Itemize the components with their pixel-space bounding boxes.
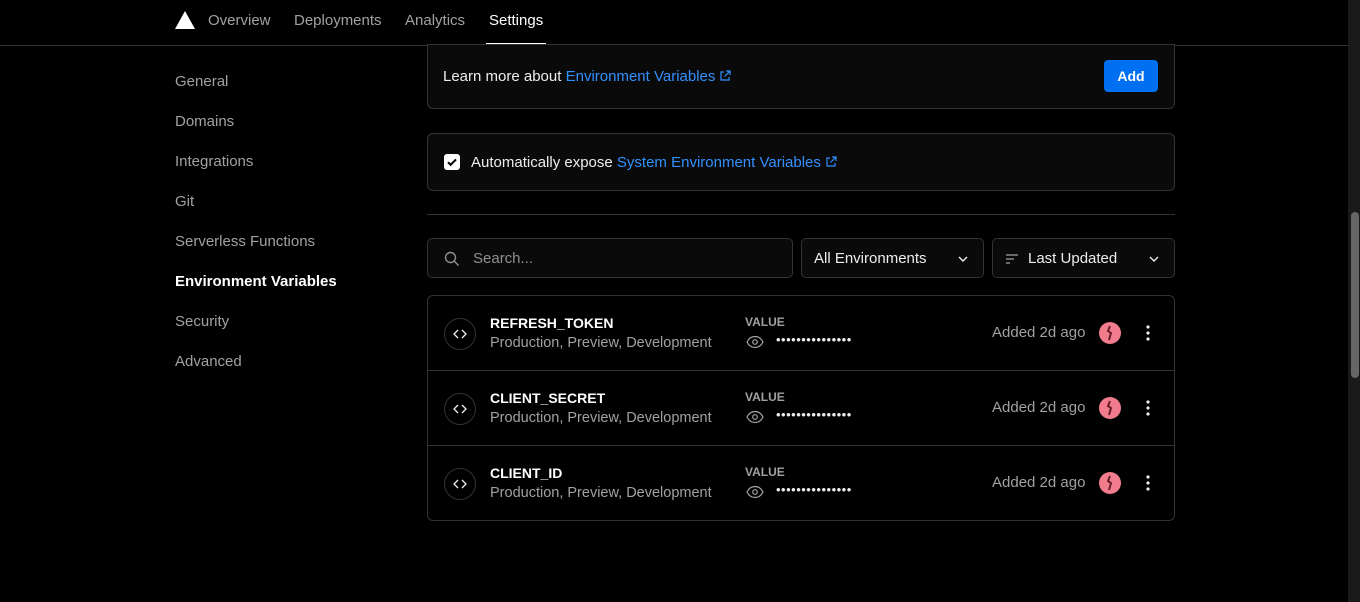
expose-system-env-checkbox[interactable] — [444, 154, 460, 170]
chevron-down-icon — [1149, 256, 1159, 262]
more-vertical-icon[interactable] — [1140, 399, 1156, 417]
sidebar-item-general[interactable]: General — [175, 73, 228, 90]
sidebar-item-environment-variables[interactable]: Environment Variables — [175, 273, 337, 290]
avatar — [1099, 397, 1121, 419]
value-label: VALUE — [745, 315, 785, 329]
value-label: VALUE — [745, 465, 785, 479]
environment-select[interactable]: All Environments — [801, 238, 984, 278]
eye-icon[interactable] — [746, 410, 764, 424]
search-input[interactable] — [471, 248, 771, 268]
avatar — [1099, 322, 1121, 344]
added-timestamp: Added 2d ago — [992, 474, 1086, 491]
section-divider — [427, 214, 1175, 215]
tab-deployments[interactable]: Deployments — [294, 12, 382, 29]
env-var-name: REFRESH_TOKEN — [490, 315, 614, 331]
env-var-name: CLIENT_SECRET — [490, 390, 606, 406]
added-timestamp: Added 2d ago — [992, 324, 1086, 341]
env-vars-docs-link[interactable]: Environment Variables — [566, 68, 732, 85]
tab-settings[interactable]: Settings — [489, 12, 543, 29]
sidebar-item-git[interactable]: Git — [175, 193, 194, 210]
eye-icon[interactable] — [746, 485, 764, 499]
external-link-icon — [720, 70, 731, 81]
env-var-targets: Production, Preview, Development — [490, 410, 712, 426]
code-icon — [444, 468, 476, 500]
eye-icon[interactable] — [746, 335, 764, 349]
added-timestamp: Added 2d ago — [992, 399, 1086, 416]
avatar — [1099, 472, 1121, 494]
system-env-vars-link[interactable]: System Environment Variables — [617, 154, 837, 171]
sort-lines-icon — [1006, 254, 1018, 264]
add-button[interactable]: Add — [1104, 60, 1158, 92]
masked-value: ••••••••••••••• — [776, 332, 852, 347]
masked-value: ••••••••••••••• — [776, 482, 852, 497]
external-link-icon — [826, 156, 837, 167]
code-icon — [444, 393, 476, 425]
env-vars-docs-link-label: Environment Variables — [565, 68, 716, 85]
top-nav: Overview Deployments Analytics Settings — [0, 0, 1348, 46]
environment-select-value: All Environments — [814, 250, 927, 267]
system-env-vars-link-label: System Environment Variables — [616, 154, 821, 171]
tab-analytics[interactable]: Analytics — [405, 12, 465, 29]
sidebar-item-domains[interactable]: Domains — [175, 113, 234, 130]
value-label: VALUE — [745, 390, 785, 404]
chevron-down-icon — [958, 256, 968, 262]
env-var-name: CLIENT_ID — [490, 465, 563, 481]
more-vertical-icon[interactable] — [1140, 474, 1156, 492]
expose-prefix: Automatically expose — [471, 154, 613, 171]
env-var-row[interactable]: CLIENT_SECRET Production, Preview, Devel… — [428, 371, 1174, 446]
env-var-targets: Production, Preview, Development — [490, 335, 712, 351]
env-var-row[interactable]: REFRESH_TOKEN Production, Preview, Devel… — [428, 296, 1174, 371]
search-box[interactable] — [427, 238, 793, 278]
sort-select-value: Last Updated — [1028, 250, 1118, 267]
more-vertical-icon[interactable] — [1140, 324, 1156, 342]
env-var-row[interactable]: CLIENT_ID Production, Preview, Developme… — [428, 446, 1174, 521]
sidebar-item-advanced[interactable]: Advanced — [175, 353, 242, 370]
masked-value: ••••••••••••••• — [776, 407, 852, 422]
search-icon — [444, 251, 459, 266]
sidebar-item-security[interactable]: Security — [175, 313, 229, 330]
learn-more-text: Learn more about Environment Variables — [443, 68, 731, 85]
sort-select[interactable]: Last Updated — [992, 238, 1175, 278]
sidebar-item-serverless-functions[interactable]: Serverless Functions — [175, 233, 315, 250]
scrollbar-thumb[interactable] — [1351, 212, 1359, 378]
learn-more-prefix: Learn more about — [443, 68, 562, 85]
env-var-list: REFRESH_TOKEN Production, Preview, Devel… — [427, 295, 1175, 521]
triangle-logo-icon[interactable] — [175, 11, 195, 29]
env-var-targets: Production, Preview, Development — [490, 485, 712, 501]
sidebar-item-integrations[interactable]: Integrations — [175, 153, 253, 170]
tab-overview[interactable]: Overview — [208, 12, 271, 29]
code-icon — [444, 318, 476, 350]
expose-text: Automatically expose System Environment … — [471, 154, 837, 171]
check-icon — [447, 158, 457, 167]
